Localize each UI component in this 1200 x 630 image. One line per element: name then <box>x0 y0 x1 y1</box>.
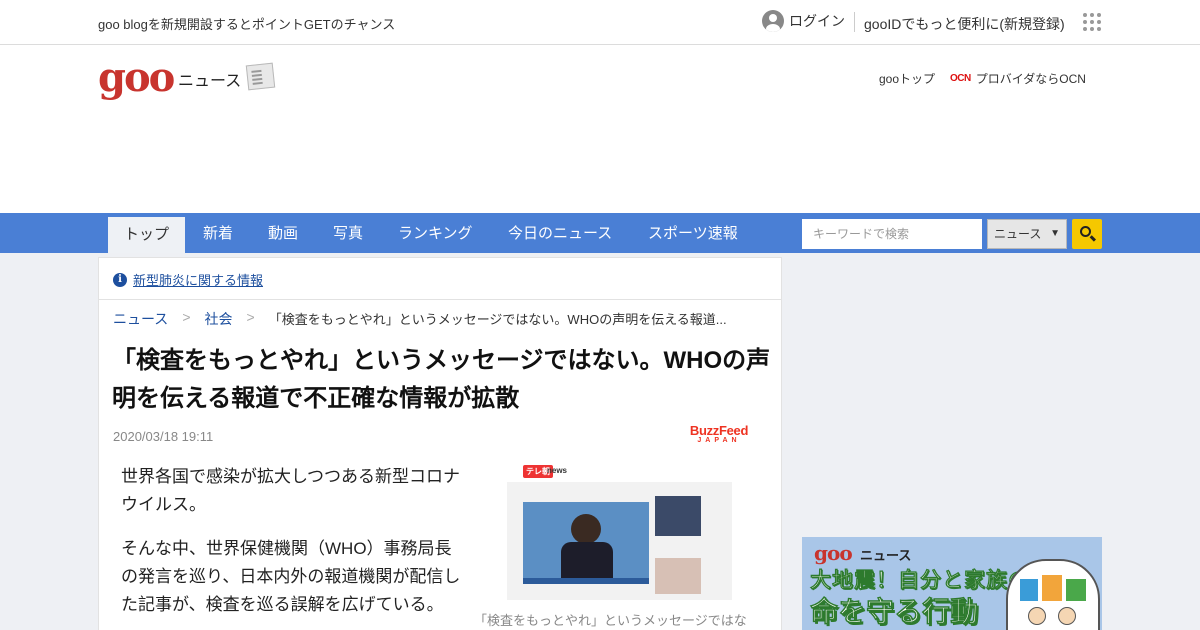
source-logo-sub: JAPAN <box>697 437 741 444</box>
breadcrumb: ニュース > 社会 > 「検査をもっとやれ」というメッセージではない。WHOの声… <box>113 309 727 329</box>
breadcrumb-separator: > <box>182 309 191 325</box>
breadcrumb-news[interactable]: ニュース <box>113 309 168 329</box>
family-illustration <box>1006 559 1100 630</box>
login-label: ログイン <box>789 13 845 29</box>
source-logo-main: BuzzFeed <box>689 423 749 438</box>
top-bar: goo blogを新規開設するとポイントGETのチャンス ログイン gooIDで… <box>0 0 1200 45</box>
header-links: gooトップ OCN プロバイダならOCN <box>879 70 1086 87</box>
ocn-link[interactable]: プロバイダならOCN <box>976 70 1086 87</box>
dropdown-arrow-icon: ▼ <box>1050 228 1060 239</box>
nav-tab-new[interactable]: 新着 <box>203 213 233 253</box>
topbar-separator <box>854 12 855 32</box>
newspaper-icon <box>245 62 276 91</box>
disaster-prep-banner[interactable]: goo ニュース 大地震！自分と家族の 命を守る行動 <box>802 537 1102 630</box>
goo-top-link[interactable]: gooトップ <box>879 70 935 87</box>
blog-promo-link[interactable]: goo blogを新規開設するとポイントGETのチャンス <box>98 14 395 33</box>
apps-grid-icon[interactable] <box>1083 13 1101 31</box>
banner-goo-logo: goo <box>814 541 853 565</box>
covid-notice[interactable]: i 新型肺炎に関する情報 <box>113 270 263 289</box>
article-paragraph: そんな中、世界保健機関（WHO）事務局長の発言を巡り、日本内外の報道機関が配信し… <box>121 539 461 614</box>
search-scope-value: ニュース <box>994 227 1042 241</box>
article-date: 2020/03/18 19:11 <box>113 429 214 444</box>
nav-tab-photo[interactable]: 写真 <box>333 213 363 253</box>
breadcrumb-society[interactable]: 社会 <box>205 309 233 329</box>
nav-tab-top[interactable]: トップ <box>108 217 186 253</box>
banner-headline-large: 命を守る行動 <box>810 596 979 628</box>
notice-link[interactable]: 新型肺炎に関する情報 <box>133 270 263 289</box>
user-avatar-icon <box>762 10 784 32</box>
nav-tab-today[interactable]: 今日のニュース <box>508 213 612 253</box>
banner-logo-sub: ニュース <box>860 548 912 563</box>
info-icon: i <box>113 272 127 287</box>
article-image[interactable]: テレ朝 news <box>507 462 732 600</box>
search-icon <box>1080 226 1091 237</box>
image-press-photo <box>523 502 649 580</box>
login-button[interactable]: ログイン <box>762 10 845 32</box>
goo-logo[interactable]: goo <box>98 58 175 98</box>
nav-tab-sports[interactable]: スポーツ速報 <box>648 213 738 253</box>
article-title: 「検査をもっとやれ」というメッセージではない。WHOの声明を伝える報道で不正確な… <box>112 347 771 412</box>
register-link[interactable]: gooIDでもっと便利に(新規登録) <box>864 14 1065 34</box>
breadcrumb-separator: > <box>246 309 255 325</box>
section-title[interactable]: ニュース <box>178 67 241 91</box>
image-news-logo: news <box>547 466 568 475</box>
article-paragraph: 世界各国で感染が拡大しつつある新型コロナウイルス。 <box>121 467 460 514</box>
search-input[interactable]: キーワードで検索 <box>802 219 982 249</box>
nav-tab-video[interactable]: 動画 <box>268 213 298 253</box>
search-button[interactable] <box>1072 219 1102 249</box>
notice-divider <box>98 299 782 300</box>
search-scope-select[interactable]: ニュース ▼ <box>987 219 1067 249</box>
ocn-logo-icon: OCN <box>950 73 971 84</box>
breadcrumb-current: 「検査をもっとやれ」というメッセージではない。WHOの声明を伝える報道... <box>268 312 727 327</box>
image-side-thumb <box>655 558 701 594</box>
buzzfeed-logo[interactable]: BuzzFeed JAPAN <box>687 424 751 444</box>
image-side-thumb <box>655 496 701 536</box>
image-caption: 「検査をもっとやれ」というメッセージではな <box>474 613 747 628</box>
nav-tab-ranking[interactable]: ランキング <box>398 213 473 253</box>
